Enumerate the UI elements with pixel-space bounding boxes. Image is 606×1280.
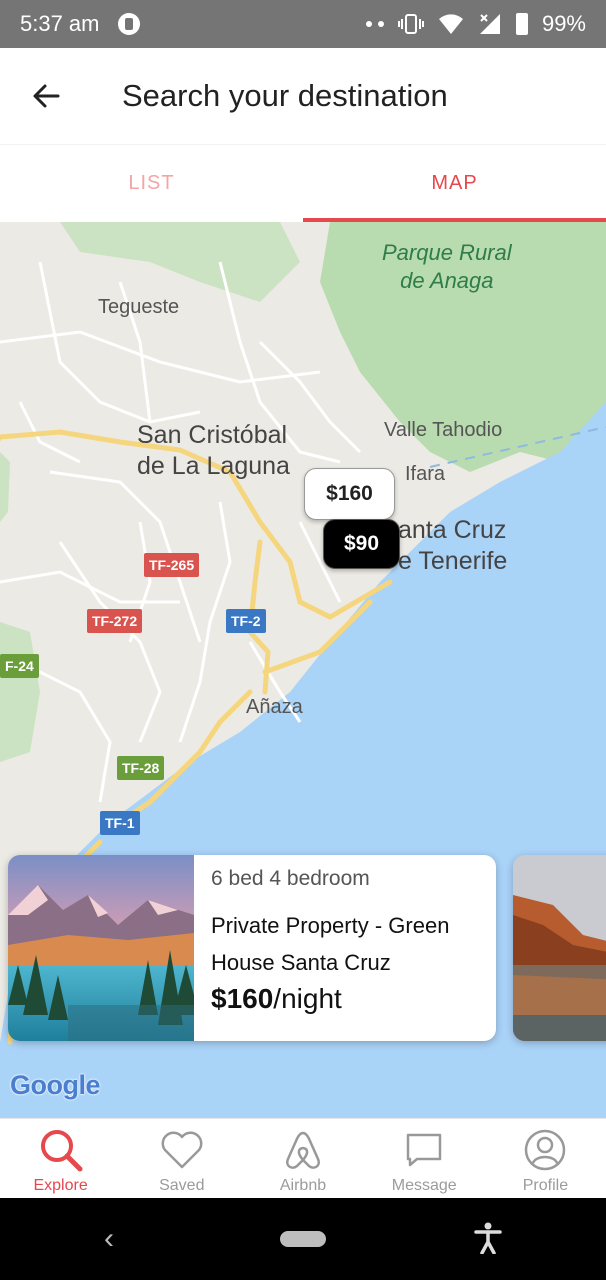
next-listing-card[interactable] [513, 855, 606, 1041]
listing-price-amount: $160 [211, 983, 274, 1014]
nav-label-saved: Saved [159, 1177, 205, 1194]
map-label-anaza: Añaza [246, 696, 303, 718]
road-shield-tf265: TF-265 [144, 553, 200, 577]
battery-icon [515, 13, 528, 35]
search-icon [40, 1130, 83, 1172]
next-listing-photo [513, 855, 606, 1041]
map-view[interactable]: Parque Rural de Anaga Tegueste San Crist… [0, 222, 606, 1118]
status-time: 5:37 am [20, 11, 100, 36]
more-notifications-icon [365, 21, 384, 27]
nav-explore[interactable]: Explore [0, 1119, 121, 1198]
map-label-ifara: Ifara [405, 463, 446, 485]
view-tabs: LIST MAP [0, 144, 606, 222]
listing-photo [8, 855, 194, 1041]
profile-icon [525, 1129, 566, 1171]
status-icons: 99% [365, 11, 586, 37]
app-header: Search your destination [0, 48, 606, 144]
map-label-la-laguna: San Cristóbal de La Laguna [137, 421, 290, 480]
listing-price-unit: /night [273, 983, 342, 1014]
road-shield-tf272: TF-272 [87, 609, 143, 633]
listing-title: Private Property - Green House Santa Cru… [211, 913, 450, 975]
road-shield-tf1: TF-1 [100, 811, 140, 835]
nav-label-profile: Profile [522, 1177, 569, 1194]
notification-app-icon [117, 13, 140, 35]
map-label-santa-cruz: anta Cruz e Tenerife [398, 516, 508, 575]
wifi-icon [438, 14, 463, 34]
listing-details: 6 bed 4 bedroom Private Property - Green… [194, 855, 471, 1041]
nav-label-airbnb: Airbnb [279, 1177, 327, 1194]
road-shield-tf28: TF-28 [117, 756, 165, 780]
map-label-valle-tahodio: Valle Tahodio [384, 419, 503, 441]
airbnb-logo-icon [286, 1131, 320, 1169]
back-button[interactable] [16, 66, 76, 126]
message-icon [406, 1133, 442, 1167]
listing-price: $160/night [211, 983, 471, 1015]
system-nav-bar: ‹ [0, 1198, 606, 1280]
nav-message[interactable]: Message [364, 1119, 485, 1198]
nav-label-explore: Explore [33, 1177, 88, 1194]
battery-percent: 99% [541, 11, 586, 36]
bottom-nav: Explore Saved Airbnb Message Profile [0, 1118, 606, 1198]
arrow-back-icon [33, 84, 60, 108]
price-marker-selected[interactable]: $90 [323, 519, 400, 569]
tab-map[interactable]: MAP [303, 145, 606, 222]
nav-saved[interactable]: Saved [121, 1119, 242, 1198]
listing-card[interactable]: 6 bed 4 bedroom Private Property - Green… [8, 855, 496, 1041]
accessibility-icon[interactable] [474, 1222, 502, 1254]
tab-list[interactable]: LIST [0, 145, 303, 222]
nav-label-message: Message [391, 1177, 457, 1194]
vibrate-icon [397, 14, 424, 34]
status-bar: 5:37 am 99% [0, 0, 606, 48]
nav-airbnb[interactable]: Airbnb [242, 1119, 363, 1198]
heart-icon [161, 1131, 203, 1169]
google-text: Google [10, 1070, 101, 1100]
signal-icon [479, 14, 500, 34]
road-shield-tf2: TF-2 [226, 609, 266, 633]
google-attribution-logo: Google [10, 1070, 101, 1101]
road-shield-tf24: F-24 [0, 654, 39, 678]
price-marker[interactable]: $160 [304, 468, 395, 520]
nav-profile[interactable]: Profile [485, 1119, 606, 1198]
system-home-button[interactable] [280, 1231, 326, 1247]
listing-beds: 6 bed 4 bedroom [211, 867, 370, 890]
page-title: Search your destination [122, 78, 448, 113]
map-label-parque-rural: Parque Rural de Anaga [382, 240, 512, 293]
system-back-icon[interactable]: ‹ [104, 1222, 114, 1256]
map-label-tegueste: Tegueste [98, 296, 180, 318]
